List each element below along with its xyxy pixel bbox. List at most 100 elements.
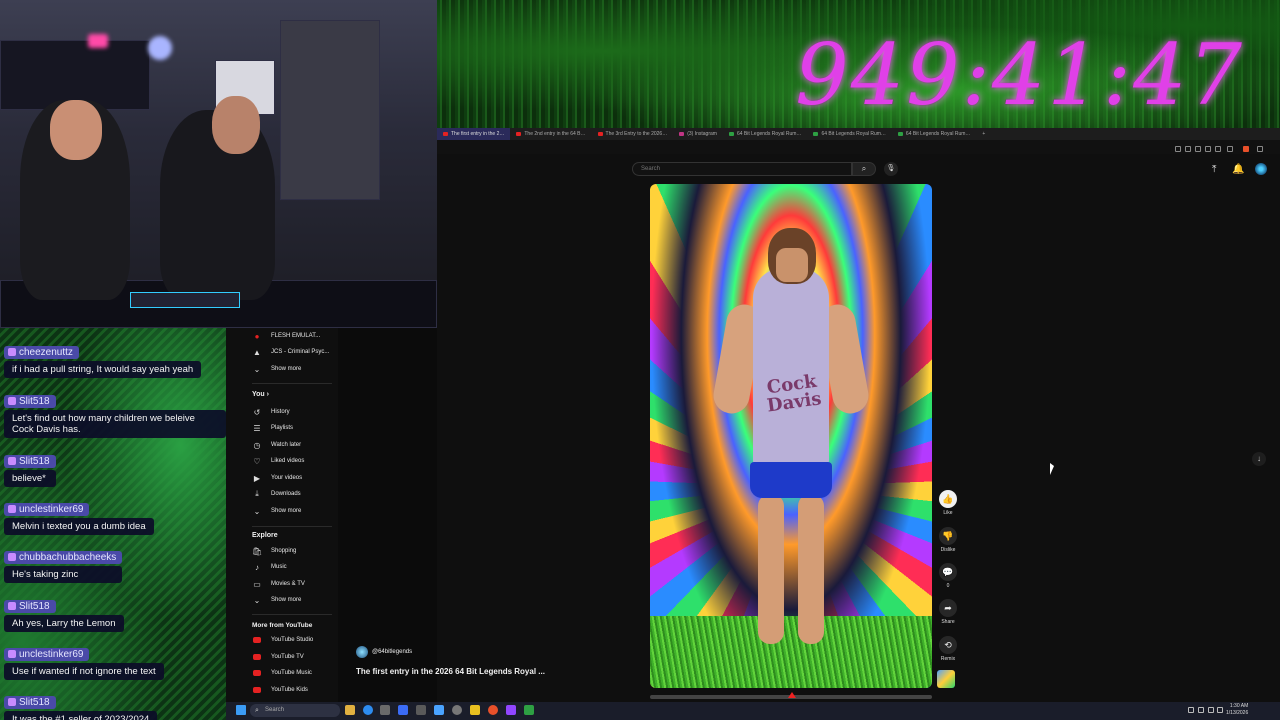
profile-icon[interactable]: [1227, 146, 1233, 152]
remix-button[interactable]: ⟲ Remix: [937, 636, 959, 662]
channel-info[interactable]: @64bitlegends: [356, 646, 412, 658]
progress-marker[interactable]: [788, 692, 796, 698]
share-button[interactable]: ➦ Share: [937, 599, 959, 625]
sidebar-item-downloads[interactable]: ⤓ Downloads: [226, 486, 336, 502]
chat-username-text: Slit518: [19, 697, 50, 708]
browser-tab[interactable]: The first entry in the 2…: [437, 128, 511, 140]
comments-button[interactable]: 💬 0: [937, 563, 959, 589]
app-icon[interactable]: [524, 705, 534, 715]
new-tab-button[interactable]: +: [976, 128, 991, 140]
brave-icon[interactable]: [1243, 146, 1249, 152]
channel-thumbnail[interactable]: [937, 670, 955, 688]
shorts-video-player[interactable]: Cock Davis: [650, 184, 932, 688]
browser-tab[interactable]: The 2nd entry in the 64 B…: [510, 128, 591, 140]
subscription-label: FLESH EMULAT...: [271, 333, 321, 339]
search-input[interactable]: Search: [632, 162, 852, 176]
dancer-tank-top: [753, 268, 829, 468]
account-avatar[interactable]: [1255, 163, 1267, 175]
taskbar-clock[interactable]: 1:30 AM 1/13/2026: [1226, 703, 1248, 717]
chat-username: Slit518: [4, 455, 56, 468]
tray-icon[interactable]: [1198, 707, 1204, 713]
tray-icon[interactable]: [1188, 707, 1194, 713]
youtube-kids-icon: [253, 687, 261, 693]
sidebar-item-playlists[interactable]: ☰ Playlists: [226, 420, 336, 436]
chat-text: Let's find out how many children we bele…: [4, 410, 226, 438]
show-more-button[interactable]: ⌄ Show more: [226, 592, 336, 608]
volume-icon[interactable]: [1217, 707, 1223, 713]
extension-icon[interactable]: [1205, 146, 1211, 152]
app-icon[interactable]: [380, 705, 390, 715]
subscription-item[interactable]: ▲ JCS - Criminal Psyc...: [226, 344, 336, 360]
stream-banner: 949:41:47: [437, 0, 1280, 128]
webcam-lamp: [148, 36, 172, 60]
sidebar-item-youtube-kids[interactable]: YouTube Kids: [226, 682, 336, 698]
chevron-down-icon: ⌄: [253, 364, 261, 374]
search-button[interactable]: ⌕: [852, 162, 876, 176]
sidebar-item-label: YouTube Kids: [271, 687, 308, 693]
sidebar-item-youtube-music[interactable]: YouTube Music: [226, 665, 336, 681]
like-button[interactable]: 👍 Like: [937, 490, 959, 516]
browser-tab[interactable]: 64 Bit Legends Royal Rum…: [807, 128, 891, 140]
twitch-icon[interactable]: [506, 705, 516, 715]
upload-icon[interactable]: ⤒: [1212, 164, 1216, 175]
playlist-icon: ☰: [253, 423, 261, 433]
sidebar-item-watch-later[interactable]: ◷ Watch later: [226, 437, 336, 453]
next-video-button[interactable]: ↓: [1252, 452, 1266, 466]
brave-icon[interactable]: [488, 705, 498, 715]
sidebar-item-shopping[interactable]: 🛍 Shopping: [226, 543, 336, 559]
browser-tab[interactable]: 64 Bit Legends Royal Rum…: [723, 128, 807, 140]
browser-tab[interactable]: 64 Bit Legends Royal Rum…: [892, 128, 976, 140]
sidebar-item-youtube-studio[interactable]: YouTube Studio: [226, 632, 336, 648]
video-grass: [650, 616, 932, 688]
app-icon[interactable]: [398, 705, 408, 715]
sidebar-item-label: Shopping: [271, 548, 297, 554]
voice-search-button[interactable]: 🎙: [884, 162, 898, 176]
shopping-bag-icon: 🛍: [252, 546, 263, 556]
browser-tab[interactable]: The 3rd Entry to the 2026…: [592, 128, 674, 140]
chat-text: It was the #1 seller of 2023/2024: [4, 711, 158, 720]
extension-icon[interactable]: [1195, 146, 1201, 152]
youtube-icon: [597, 132, 603, 136]
app-icon[interactable]: [470, 705, 480, 715]
you-heading[interactable]: You ›: [252, 391, 269, 398]
app-icon[interactable]: [434, 705, 444, 715]
sidebar-item-liked-videos[interactable]: ♡ Liked videos: [226, 453, 336, 469]
browser-tab[interactable]: (3) Instagram: [673, 128, 723, 140]
youtube-tv-icon: [253, 654, 261, 660]
chat-message: cheezenuttz if i had a pull string, It w…: [4, 342, 202, 378]
file-explorer-icon[interactable]: [345, 705, 355, 715]
windows-start-icon[interactable]: [236, 705, 246, 715]
bell-icon[interactable]: 🔔: [1232, 164, 1244, 175]
chat-message: unclestinker69 Melvin i texted you a dum…: [4, 499, 154, 535]
bookmark-icon[interactable]: [1215, 146, 1221, 152]
app-icon[interactable]: [416, 705, 426, 715]
edge-icon[interactable]: [363, 705, 373, 715]
app-icon[interactable]: [452, 705, 462, 715]
menu-icon[interactable]: [1257, 146, 1263, 152]
sidebar-item-label: YouTube Music: [271, 670, 312, 676]
extension-icon[interactable]: [1175, 146, 1181, 152]
chat-text: if i had a pull string, It would say yea…: [4, 361, 202, 378]
streamer-left-face: [50, 100, 102, 160]
sidebar-item-youtube-tv[interactable]: YouTube TV: [226, 649, 336, 665]
extension-icon[interactable]: [1185, 146, 1191, 152]
explore-heading: Explore: [252, 532, 278, 539]
show-more-button[interactable]: ⌄ Show more: [226, 361, 336, 377]
wifi-icon[interactable]: [1208, 707, 1214, 713]
taskbar-search-input[interactable]: [250, 704, 340, 717]
tab-label: The 2nd entry in the 64 B…: [524, 131, 586, 137]
channel-name[interactable]: @64bitlegends: [372, 649, 412, 655]
thumbs-up-icon: 👍: [939, 490, 957, 508]
sidebar-item-history[interactable]: ↺ History: [226, 404, 336, 420]
sidebar-item-your-videos[interactable]: ▶ Your videos: [226, 470, 336, 486]
subscription-item[interactable]: ● FLESH EMULAT...: [226, 328, 336, 344]
chat-text: Ah yes, Larry the Lemon: [4, 615, 124, 632]
tab-label: (3) Instagram: [687, 131, 717, 137]
show-more-button[interactable]: ⌄ Show more: [226, 503, 336, 519]
tab-label: The first entry in the 2…: [451, 131, 505, 137]
sidebar-item-music[interactable]: ♪ Music: [226, 559, 336, 575]
sidebar-item-movies[interactable]: ▭ Movies & TV: [226, 576, 336, 592]
video-title[interactable]: The first entry in the 2026 64 Bit Legen…: [356, 667, 545, 676]
dislike-button[interactable]: 👎 Dislike: [937, 527, 959, 553]
channel-avatar[interactable]: [356, 646, 368, 658]
